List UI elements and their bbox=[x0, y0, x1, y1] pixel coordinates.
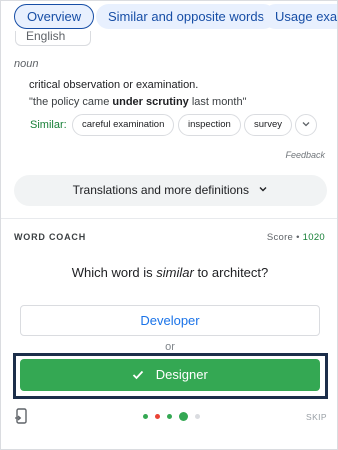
more-similar-button[interactable] bbox=[295, 114, 317, 136]
answer-option-designer[interactable]: Designer bbox=[20, 359, 320, 391]
example-sentence: "the policy came under scrutiny last mon… bbox=[29, 96, 247, 108]
example-before: "the policy came bbox=[29, 96, 113, 108]
skip-button[interactable]: SKIP bbox=[306, 412, 327, 422]
definition-text: critical observation or examination. bbox=[29, 79, 199, 91]
similar-chip-careful-examination[interactable]: careful examination bbox=[72, 114, 175, 136]
similar-chip-survey[interactable]: survey bbox=[244, 114, 292, 136]
or-separator: or bbox=[165, 341, 175, 353]
question-italic: similar bbox=[156, 265, 194, 280]
chevron-down-icon bbox=[259, 187, 267, 192]
answer-option-developer[interactable]: Developer bbox=[20, 305, 320, 336]
chevron-down-icon bbox=[302, 122, 310, 127]
tab-usage-examples[interactable]: Usage exam bbox=[263, 4, 337, 29]
score-value: 1020 bbox=[302, 232, 325, 243]
feedback-link[interactable]: Feedback bbox=[285, 150, 325, 160]
section-divider bbox=[1, 218, 337, 219]
translations-label: Translations and more definitions bbox=[72, 183, 249, 197]
score-label: Score • bbox=[266, 232, 303, 243]
share-device-icon[interactable] bbox=[14, 408, 28, 425]
progress-dot bbox=[155, 414, 160, 419]
tab-similar-opposite[interactable]: Similar and opposite words bbox=[96, 4, 277, 29]
tab-overview[interactable]: Overview bbox=[14, 4, 95, 29]
progress-dot bbox=[167, 414, 172, 419]
word-coach-title: WORD COACH bbox=[14, 232, 86, 242]
progress-dot bbox=[143, 414, 148, 419]
part-of-speech: noun bbox=[14, 58, 39, 70]
question-after: to architect? bbox=[193, 265, 269, 280]
similar-label: Similar: bbox=[30, 119, 67, 131]
coach-question: Which word is similar to architect? bbox=[1, 265, 337, 280]
score-display: Score • 1020 bbox=[267, 232, 325, 243]
translations-button[interactable]: Translations and more definitions bbox=[14, 175, 327, 206]
example-after: last month" bbox=[188, 96, 247, 108]
check-icon bbox=[133, 370, 144, 380]
search-result-panel: Overview Similar and opposite words Usag… bbox=[0, 0, 338, 450]
similar-chip-inspection[interactable]: inspection bbox=[178, 114, 241, 136]
progress-dots bbox=[143, 411, 203, 423]
progress-dot bbox=[195, 414, 200, 419]
designer-label: Designer bbox=[155, 367, 208, 382]
tab-bar: Overview Similar and opposite words Usag… bbox=[1, 1, 337, 31]
progress-dot bbox=[179, 412, 188, 421]
example-bold: under scrutiny bbox=[112, 96, 189, 108]
question-before: Which word is bbox=[71, 265, 157, 280]
